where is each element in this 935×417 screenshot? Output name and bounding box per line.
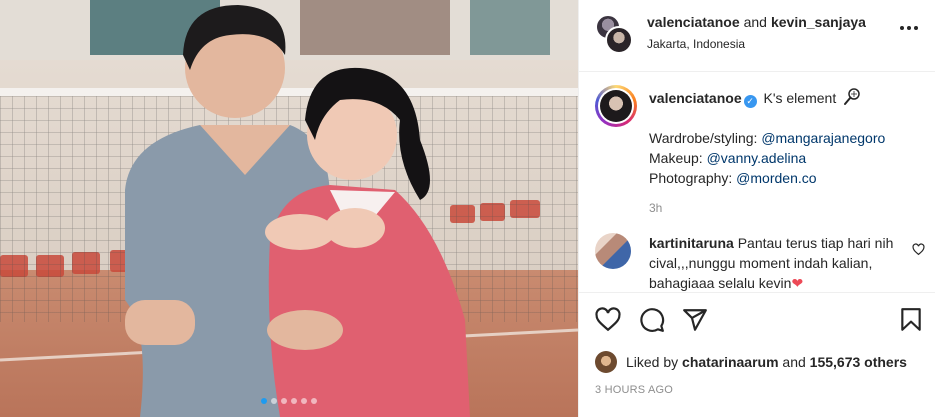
caption-credit-line: Makeup: @vanny.adelina (649, 148, 929, 168)
badminton-racket-icon (844, 88, 860, 105)
more-horizontal-icon[interactable] (900, 26, 918, 30)
likes-count[interactable]: 155,673 others (810, 354, 907, 370)
credit-label: Wardrobe/styling: (649, 130, 762, 146)
collab-avatars[interactable] (595, 14, 635, 54)
caption-credit-line: Wardrobe/styling: @mangarajanegoro (649, 128, 929, 148)
caption-time[interactable]: 3h (649, 198, 929, 218)
collab-usernames: valenciatanoe and kevin_sanjaya (647, 14, 866, 30)
mention-link[interactable]: @morden.co (736, 170, 816, 186)
comment-body: kartinitaruna Pantau terus tiap hari nih… (649, 233, 901, 291)
caption-body: valenciatanoe ✓ K's element Wardrobe/styl… (649, 88, 929, 218)
comment-icon[interactable] (639, 307, 665, 333)
heart-outline-icon[interactable] (912, 243, 925, 256)
bookmark-icon[interactable] (898, 307, 924, 333)
caption-title: K's element (763, 90, 837, 106)
location-link[interactable]: Jakarta, Indonesia (647, 37, 745, 51)
red-heart-emoji: ❤ (791, 275, 804, 291)
header-username-2[interactable]: kevin_sanjaya (771, 14, 866, 30)
likes-prefix: Liked by (626, 354, 679, 370)
header-username-1[interactable]: valenciatanoe (647, 14, 740, 30)
caption-credit-line: Photography: @morden.co (649, 168, 929, 188)
post-timestamp[interactable]: 3 HOURS AGO (595, 384, 673, 396)
likes-text: Liked by chatarinaarum and 155,673 other… (626, 354, 907, 370)
carousel-dot[interactable] (281, 398, 287, 404)
share-icon[interactable] (682, 307, 708, 333)
commenter-avatar[interactable] (595, 233, 631, 269)
likes-summary: Liked by chatarinaarum and 155,673 other… (595, 351, 925, 375)
heart-icon[interactable] (595, 307, 621, 333)
mention-link[interactable]: @vanny.adelina (707, 150, 807, 166)
header-connector: and (743, 14, 767, 30)
likes-connector: and (782, 354, 806, 370)
liker-avatar[interactable] (595, 351, 617, 373)
action-bar (579, 292, 935, 348)
carousel-dot[interactable] (311, 398, 317, 404)
avatar (605, 26, 633, 54)
post-details-panel: valenciatanoe and kevin_sanjaya Jakarta, I… (578, 0, 935, 417)
carousel-dot[interactable] (301, 398, 307, 404)
comments-section: valenciatanoe ✓ K's element Wardrobe/styl… (579, 73, 935, 291)
carousel-dot[interactable] (291, 398, 297, 404)
credit-label: Photography: (649, 170, 737, 186)
liker-username[interactable]: chatarinaarum (682, 354, 778, 370)
credit-label: Makeup: (649, 150, 707, 166)
carousel-dot[interactable] (261, 398, 267, 404)
mention-link[interactable]: @mangarajanegoro (761, 130, 885, 146)
post-photo[interactable] (0, 0, 578, 417)
caption-avatar[interactable] (595, 85, 637, 127)
verified-badge-icon: ✓ (743, 95, 757, 108)
caption-username[interactable]: valenciatanoe (649, 90, 742, 106)
carousel-dot[interactable] (271, 398, 277, 404)
post-header: valenciatanoe and kevin_sanjaya Jakarta, I… (579, 0, 935, 72)
carousel-indicator (0, 398, 578, 404)
couple-photo-illustration (0, 0, 578, 417)
commenter-username[interactable]: kartinitaruna (649, 235, 734, 251)
